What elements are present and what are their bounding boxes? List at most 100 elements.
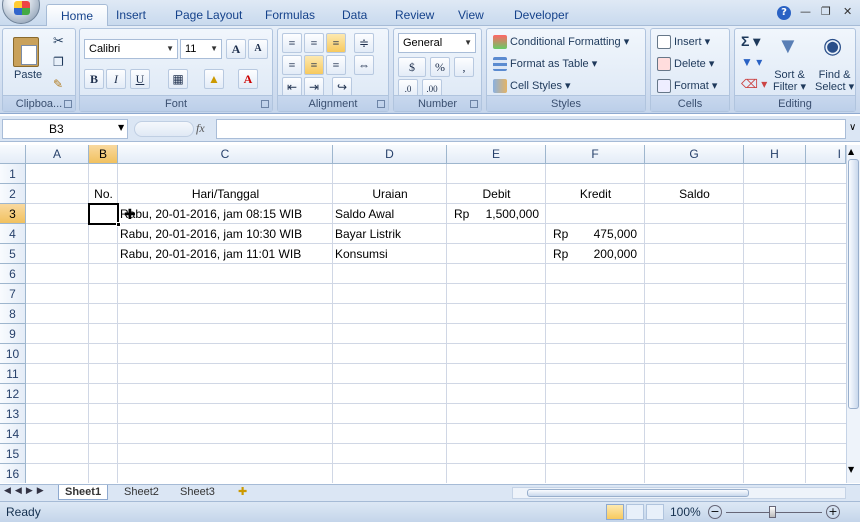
- zoom-out-icon[interactable]: −: [708, 505, 722, 519]
- cell-d5[interactable]: Konsumsi: [335, 244, 388, 264]
- row-header-6[interactable]: 6: [0, 264, 26, 284]
- row-header-14[interactable]: 14: [0, 424, 26, 444]
- delete-cells-button[interactable]: Delete ▾: [657, 57, 714, 72]
- italic-button[interactable]: I: [106, 69, 126, 89]
- row-header-5[interactable]: 5: [0, 244, 26, 264]
- percent-button[interactable]: %: [430, 57, 450, 77]
- header-saldo[interactable]: Saldo: [645, 184, 744, 204]
- format-cells-button[interactable]: Format ▾: [657, 79, 717, 94]
- vertical-scrollbar[interactable]: ▲ ▼: [846, 145, 860, 483]
- scroll-up-icon[interactable]: ▲: [848, 147, 854, 156]
- conditional-formatting-button[interactable]: Conditional Formatting ▾: [493, 35, 629, 50]
- cell-f5[interactable]: 200,000: [546, 244, 637, 264]
- shrink-font-icon[interactable]: A: [248, 39, 268, 59]
- row-header-4[interactable]: 4: [0, 224, 26, 244]
- office-button[interactable]: [2, 0, 40, 24]
- cell-c4[interactable]: Rabu, 20-01-2016, jam 10:30 WIB: [120, 224, 302, 244]
- font-color-icon[interactable]: A: [238, 69, 258, 89]
- row-header-11[interactable]: 11: [0, 364, 26, 384]
- column-header-i[interactable]: I: [806, 145, 846, 164]
- font-name-select[interactable]: Calibri ▼: [84, 39, 178, 59]
- row-header-12[interactable]: 12: [0, 384, 26, 404]
- normal-view-icon[interactable]: [606, 504, 624, 520]
- tab-developer[interactable]: Developer: [514, 4, 569, 26]
- row-header-10[interactable]: 10: [0, 344, 26, 364]
- clear-icon[interactable]: ⌫ ▾: [741, 77, 767, 91]
- row-header-3[interactable]: 3: [0, 204, 26, 224]
- row-header-1[interactable]: 1: [0, 164, 26, 184]
- align-left-icon[interactable]: ≡: [282, 55, 302, 75]
- sheet-tab-1[interactable]: Sheet1: [58, 485, 109, 500]
- autosum-icon[interactable]: Σ ▾: [741, 33, 760, 50]
- minimize-icon[interactable]: —: [800, 5, 811, 18]
- find-select-button[interactable]: Find & Select ▾: [815, 69, 854, 93]
- fill-color-icon[interactable]: ▲: [204, 69, 224, 89]
- grow-font-icon[interactable]: A: [226, 39, 246, 59]
- tab-page-layout[interactable]: Page Layout: [175, 4, 242, 26]
- cut-icon[interactable]: ✂: [53, 33, 64, 49]
- align-center-icon[interactable]: ≡: [304, 55, 324, 75]
- copy-icon[interactable]: ❐: [53, 55, 64, 69]
- column-header-g[interactable]: G: [645, 145, 744, 164]
- tab-formulas[interactable]: Formulas: [265, 4, 315, 26]
- restore-icon[interactable]: ❐: [821, 5, 831, 18]
- cell-f4[interactable]: 475,000: [546, 224, 637, 244]
- format-painter-icon[interactable]: ✎: [53, 77, 63, 91]
- spreadsheet-grid[interactable]: A B C D E F G H I 1 2 3 4 5 6 7 8 9 10 11 12 13 14 15 1…: [0, 145, 846, 483]
- sheet-nav-icon[interactable]: ◀◀▶▶: [4, 486, 48, 496]
- insert-function-icon[interactable]: fx: [196, 121, 205, 136]
- column-header-c[interactable]: C: [118, 145, 333, 164]
- currency-button[interactable]: $: [398, 57, 426, 77]
- header-no[interactable]: No.: [89, 184, 118, 204]
- clipboard-launcher-icon[interactable]: [64, 100, 72, 108]
- orientation-icon[interactable]: ≑: [354, 33, 374, 53]
- zoom-in-icon[interactable]: +: [826, 505, 840, 519]
- comma-button[interactable]: ,: [454, 57, 474, 77]
- fill-handle[interactable]: [116, 222, 121, 227]
- borders-icon[interactable]: ▦: [168, 69, 188, 89]
- find-select-icon[interactable]: ◉: [823, 33, 842, 59]
- font-launcher-icon[interactable]: [261, 100, 269, 108]
- expand-formula-bar-icon[interactable]: ∨: [849, 122, 856, 133]
- tab-home[interactable]: Home: [46, 4, 109, 26]
- number-format-select[interactable]: General ▼: [398, 33, 476, 53]
- header-tanggal[interactable]: Hari/Tanggal: [118, 184, 333, 204]
- column-header-d[interactable]: D: [333, 145, 447, 164]
- format-as-table-button[interactable]: Format as Table ▾: [493, 57, 597, 72]
- row-header-16[interactable]: 16: [0, 464, 26, 483]
- row-header-15[interactable]: 15: [0, 444, 26, 464]
- number-launcher-icon[interactable]: [470, 100, 478, 108]
- increase-indent-icon[interactable]: ⇥: [304, 77, 324, 97]
- alignment-launcher-icon[interactable]: [377, 100, 385, 108]
- align-bottom-icon[interactable]: ≡: [326, 33, 346, 53]
- column-header-f[interactable]: F: [546, 145, 645, 164]
- header-debit[interactable]: Debit: [447, 184, 546, 204]
- column-header-b[interactable]: B: [89, 145, 118, 164]
- font-size-select[interactable]: 11 ▼: [180, 39, 222, 59]
- cell-c3[interactable]: Rabu, 20-01-2016, jam 08:15 WIB: [120, 204, 302, 224]
- name-box-dropdown-icon[interactable]: ▼: [118, 123, 124, 132]
- sort-filter-icon[interactable]: ▼: [777, 33, 799, 59]
- cell-styles-button[interactable]: Cell Styles ▾: [493, 79, 571, 94]
- wrap-text-icon[interactable]: ↪: [332, 77, 352, 97]
- align-right-icon[interactable]: ≡: [326, 55, 346, 75]
- sort-filter-button[interactable]: Sort & Filter ▾: [773, 69, 806, 93]
- row-header-8[interactable]: 8: [0, 304, 26, 324]
- cell-d3[interactable]: Saldo Awal: [335, 204, 394, 224]
- row-header-2[interactable]: 2: [0, 184, 26, 204]
- header-kredit[interactable]: Kredit: [546, 184, 645, 204]
- align-top-icon[interactable]: ≡: [282, 33, 302, 53]
- column-header-h[interactable]: H: [744, 145, 806, 164]
- cell-c5[interactable]: Rabu, 20-01-2016, jam 11:01 WIB: [120, 244, 301, 264]
- underline-button[interactable]: U: [130, 69, 150, 89]
- merge-center-icon[interactable]: ⇔: [354, 55, 374, 75]
- formula-bar-splitter[interactable]: [134, 121, 194, 137]
- row-header-13[interactable]: 13: [0, 404, 26, 424]
- insert-cells-button[interactable]: Insert ▾: [657, 35, 710, 50]
- header-uraian[interactable]: Uraian: [333, 184, 447, 204]
- decrease-indent-icon[interactable]: ⇤: [282, 77, 302, 97]
- tab-data[interactable]: Data: [342, 4, 367, 26]
- horizontal-scroll-thumb[interactable]: [527, 489, 749, 497]
- paste-button[interactable]: Paste: [14, 69, 42, 81]
- tab-view[interactable]: View: [458, 4, 484, 26]
